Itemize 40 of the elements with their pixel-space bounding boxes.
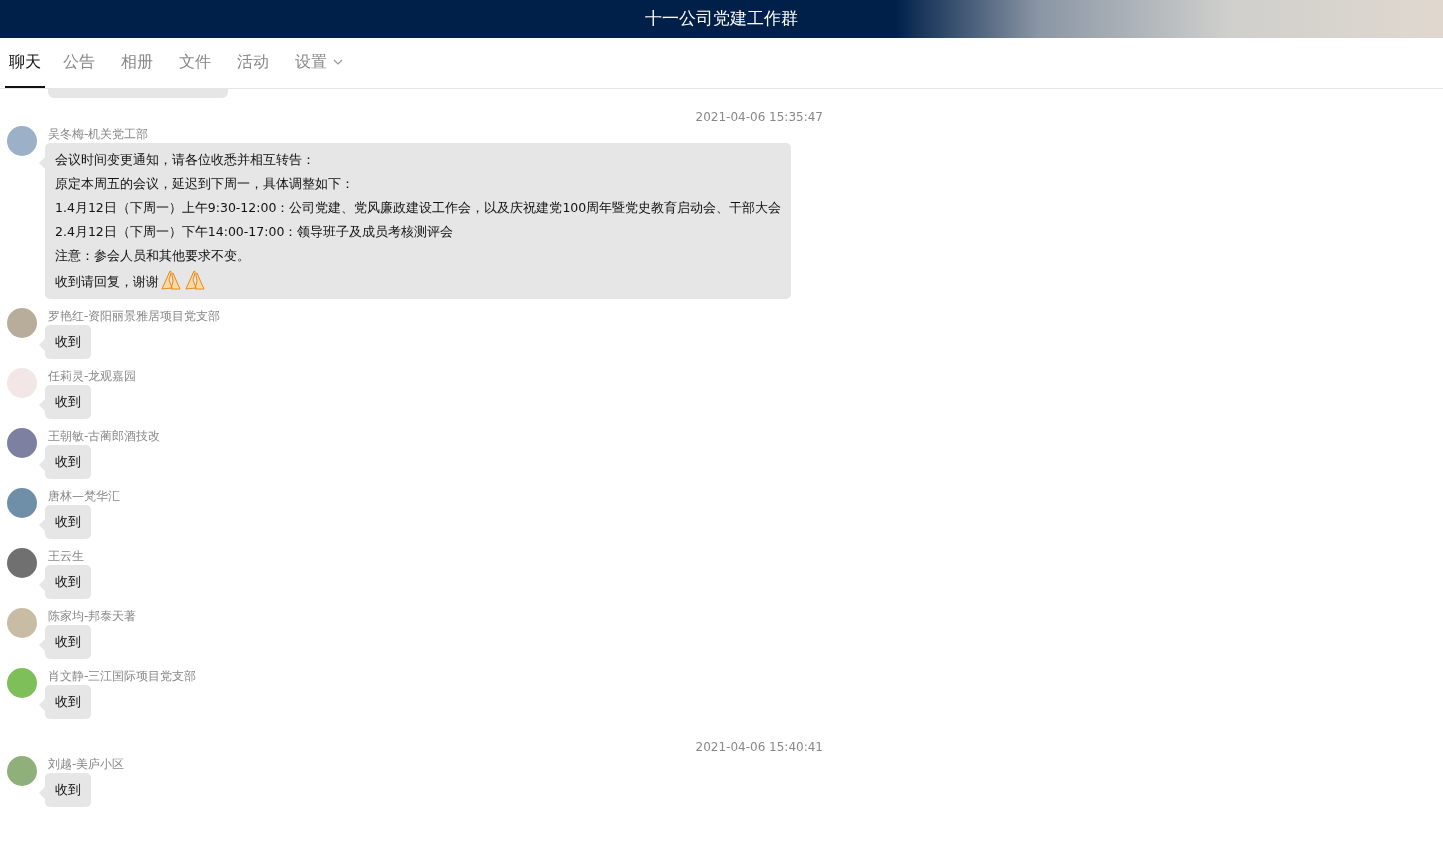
avatar-photo-placeholder[interactable] [7, 488, 37, 518]
message-text: 收到 [55, 454, 81, 469]
message-text: 1.4月12日（下周一）上午9:30-12:00：公司党建、党风廉政建设工作会，以及庆祝建党100周年暨党史教育启动会、干部大会 [55, 200, 782, 215]
window-title: 十一公司党建工作群 [645, 7, 798, 31]
message-text: 收到 [55, 394, 81, 409]
message-text: 收到 [55, 574, 81, 589]
message-text: 收到 [55, 334, 81, 349]
avatar-photo-placeholder[interactable] [7, 126, 37, 156]
sender-name: 肖文静-三江国际项目党支部 [48, 669, 197, 683]
message-text: 收到 [55, 514, 81, 529]
tab[interactable]: 公告 [63, 50, 95, 88]
message-text: 收到请回复，谢谢 [55, 274, 159, 289]
avatar-photo-placeholder[interactable] [7, 756, 37, 786]
timestamp: 2021-04-06 15:35:47 [695, 110, 823, 124]
tab[interactable]: 文件 [179, 50, 211, 88]
sender-name: 陈家均-邦泰天著 [48, 609, 137, 623]
sender-name: 罗艳红-资阳丽景雅居项目党支部 [48, 309, 221, 323]
message-text: 原定本周五的会议，延迟到下周一，具体调整如下： [55, 176, 354, 191]
sender-name: 吴冬梅-机关党工部 [48, 127, 149, 141]
sender-name: 王朝敏-古蔺郎酒技改 [48, 429, 161, 443]
message-text: 会议时间变更通知，请各位收悉并相互转告： [55, 152, 315, 167]
chevron-down-icon [333, 59, 343, 65]
tab[interactable]: 设置 [295, 50, 343, 88]
message-text: 收到 [55, 634, 81, 649]
tab[interactable]: 活动 [237, 50, 269, 88]
sender-name: 王云生 [48, 549, 84, 563]
sender-name: 唐林—梵华汇 [48, 489, 120, 503]
tab[interactable]: 相册 [121, 50, 153, 88]
avatar-photo-placeholder[interactable] [7, 548, 37, 578]
sender-name: 刘越-美庐小区 [48, 757, 125, 771]
message-text: 收到 [55, 782, 81, 797]
message-text: 注意：参会人员和其他要求不变。 [55, 248, 250, 263]
sender-name: 任莉灵-龙观嘉园 [48, 369, 137, 383]
tab[interactable]: 聊天 [5, 50, 45, 88]
avatar-photo-placeholder[interactable] [7, 668, 37, 698]
message-text: 2.4月12日（下周一）下午14:00-17:00：领导班子及成员考核测评会 [55, 224, 454, 239]
timestamp: 2021-04-06 15:40:41 [695, 740, 823, 754]
message-text: 收到 [55, 694, 81, 709]
avatar-photo-placeholder[interactable] [7, 308, 37, 338]
avatar-photo-placeholder[interactable] [7, 428, 37, 458]
